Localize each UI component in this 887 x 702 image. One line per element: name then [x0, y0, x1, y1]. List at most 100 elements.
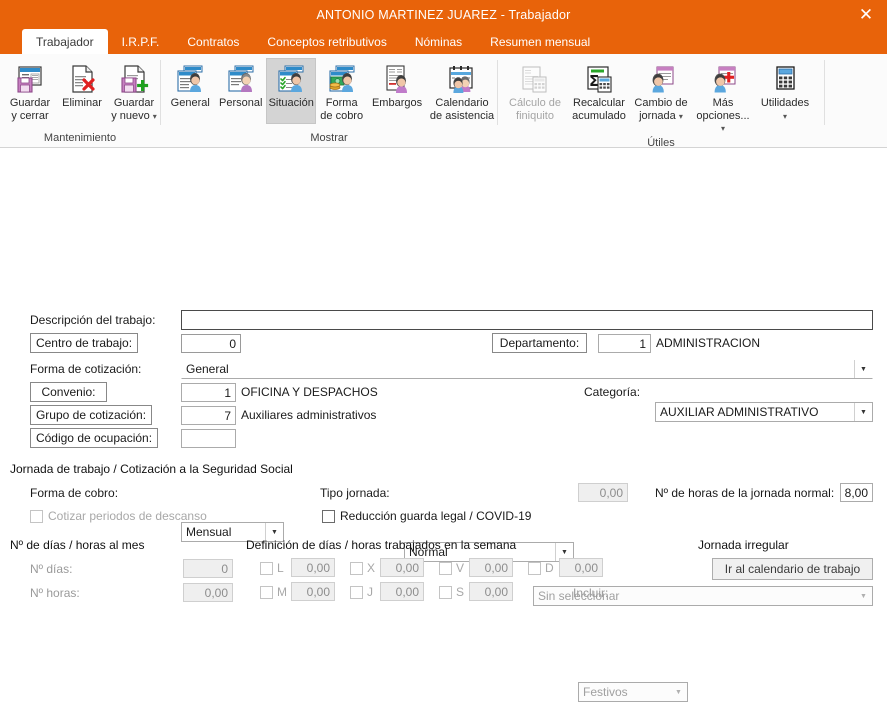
dia-L-checkbox[interactable] [260, 561, 273, 575]
dia-L-checkbox-row[interactable]: L [260, 561, 284, 575]
grupo-cotizacion-input[interactable]: 7 [181, 406, 236, 425]
dia-J-label: J [367, 585, 373, 599]
forma-cotizacion-label: Forma de cotización: [30, 362, 142, 376]
garnishment-icon [381, 62, 413, 96]
jornada-section-title: Jornada de trabajo / Cotización a la Seg… [10, 462, 293, 476]
situacion-button[interactable]: Situación [265, 58, 317, 124]
dia-S-checkbox-row[interactable]: S [439, 585, 464, 599]
dia-V-checkbox-row[interactable]: V [439, 561, 464, 575]
embargos-button[interactable]: Embargos [367, 58, 427, 124]
dia-L-hours-input: 0,00 [291, 558, 335, 577]
categoria-select[interactable]: AUXILIAR ADMINISTRATIVO ▼ [655, 402, 873, 422]
convenio-name-text: OFICINA Y DESPACHOS [241, 385, 378, 399]
dia-D-hours-input: 0,00 [559, 558, 603, 577]
tab-nominas[interactable]: Nóminas [401, 29, 476, 54]
dia-X-checkbox-row[interactable]: X [350, 561, 375, 575]
dia-J-checkbox[interactable] [350, 585, 363, 599]
button-label-line1: Recalcular [573, 97, 625, 109]
ir-al-calendario-de-trabajo-button[interactable]: Ir al calendario de trabajo [712, 558, 873, 580]
button-label-line2: acumulado [572, 109, 626, 122]
recalcular-acumulado-button[interactable]: Σ Recalcular acumulado [568, 58, 630, 124]
tab-label: Conceptos retributivos [267, 34, 387, 49]
incluir-value: Festivos [583, 685, 628, 699]
dia-D-checkbox-row[interactable]: D [528, 561, 554, 575]
departamento-input[interactable]: 1 [598, 334, 651, 353]
personal-button[interactable]: Personal [215, 58, 265, 124]
dia-J-checkbox-row[interactable]: J [350, 585, 373, 599]
tab-label: Resumen mensual [490, 34, 591, 49]
tab-contratos[interactable]: Contratos [173, 29, 253, 54]
incluir-select[interactable]: Festivos ▼ [578, 682, 688, 702]
tab-conceptos-retributivos[interactable]: Conceptos retributivos [253, 29, 400, 54]
button-label-line2: de cobro [320, 109, 364, 122]
chevron-down-icon[interactable]: ▾ [153, 112, 157, 121]
dia-L-label: L [277, 561, 284, 575]
centro-trabajo-input[interactable]: 0 [181, 334, 241, 353]
button-label-line2: y cerrar [11, 109, 49, 122]
guardar-y-nuevo-button[interactable]: Guardar y nuevo ▾ [108, 58, 160, 124]
convenio-input[interactable]: 1 [181, 383, 236, 402]
button-label-line1: General [170, 97, 210, 109]
dia-S-checkbox[interactable] [439, 585, 452, 599]
tipo-jornada-label: Tipo jornada: [320, 486, 390, 500]
numero-dias-label: Nº días: [30, 562, 73, 576]
dia-M-checkbox[interactable] [260, 585, 273, 599]
codigo-ocupacion-input[interactable] [181, 429, 236, 448]
dia-V-checkbox[interactable] [439, 561, 452, 575]
tab-label: Contratos [187, 34, 240, 49]
save-close-icon [14, 62, 46, 96]
mes-section-title: Nº de días / horas al mes [10, 538, 145, 552]
tab-trabajador[interactable]: Trabajador [22, 29, 108, 54]
dia-M-label: M [277, 585, 287, 599]
chevron-down-icon[interactable]: ▼ [854, 360, 872, 378]
codigo-ocupacion-button[interactable]: Código de ocupación: [30, 428, 158, 448]
button-label-line1: Cálculo de [509, 97, 561, 109]
reduccion-guarda-legal-checkbox[interactable] [322, 509, 335, 523]
chevron-down-icon[interactable]: ▼ [855, 587, 872, 605]
dia-D-label: D [545, 561, 554, 575]
reduccion-guarda-legal-checkbox-row[interactable]: Reducción guarda legal / COVID-19 [322, 509, 531, 523]
eliminar-button[interactable]: Eliminar [56, 58, 108, 124]
utilidades-button[interactable]: Utilidades ▾ [754, 58, 816, 124]
chevron-down-icon[interactable]: ▾ [783, 112, 787, 121]
grupo-cotizacion-button[interactable]: Grupo de cotización: [30, 405, 152, 425]
tab-resumen-mensual[interactable]: Resumen mensual [476, 29, 604, 54]
tab-irpf[interactable]: I.R.P.F. [108, 29, 174, 54]
chevron-down-icon[interactable]: ▾ [679, 112, 683, 121]
centro-trabajo-button[interactable]: Centro de trabajo: [30, 333, 138, 353]
calendario-de-asistencia-button[interactable]: Calendario de asistencia [427, 58, 497, 124]
button-label-line2: y nuevo [111, 109, 150, 122]
dia-V-label: V [456, 561, 465, 575]
forma-cobro-label: Forma de cobro: [30, 486, 119, 500]
chevron-down-icon[interactable]: ▼ [854, 403, 872, 421]
dia-M-checkbox-row[interactable]: M [260, 585, 287, 599]
cambio-de-jornada-button[interactable]: Cambio de jornada ▾ [630, 58, 692, 124]
close-icon[interactable]: ✕ [845, 0, 887, 29]
forma-cotizacion-select[interactable]: General ▼ [181, 359, 873, 379]
tab-label: I.R.P.F. [121, 34, 160, 49]
mas-opciones-button[interactable]: Más opciones... ▾ [692, 58, 754, 137]
dia-X-checkbox[interactable] [350, 561, 363, 575]
button-label-line2: de asistencia [429, 109, 495, 122]
departamento-button[interactable]: Departamento: [492, 333, 587, 353]
button-label-line1: Embargos [371, 97, 423, 109]
button-label-line1: Situación [268, 97, 314, 109]
convenio-button[interactable]: Convenio: [30, 382, 107, 402]
dia-D-checkbox[interactable] [528, 561, 541, 575]
chevron-down-icon[interactable]: ▼ [670, 683, 687, 701]
form-body: Descripción del trabajo: Centro de traba… [0, 148, 887, 702]
change-workday-icon [645, 62, 677, 96]
ribbon-separator [824, 60, 825, 125]
horas-jornada-normal-input[interactable]: 8,00 [840, 483, 873, 502]
chevron-down-icon[interactable]: ▾ [721, 124, 725, 133]
forma-de-cobro-button[interactable]: Forma de cobro [316, 58, 366, 124]
general-button[interactable]: General [165, 58, 215, 124]
numero-horas-label: Nº horas: [30, 586, 80, 600]
cotizar-descanso-checkbox-row[interactable]: Cotizar periodos de descanso [30, 509, 207, 523]
descripcion-trabajo-input[interactable] [181, 310, 873, 330]
ribbon-group-mostrar: General Personal Situación Forma de cobr… [161, 54, 497, 147]
button-label-line1: Más [712, 97, 734, 109]
cotizar-descanso-checkbox[interactable] [30, 509, 43, 523]
guardar-y-cerrar-button[interactable]: Guardar y cerrar [4, 58, 56, 124]
calculo-de-finiquito-button[interactable]: Cálculo de finiquito [502, 58, 568, 124]
